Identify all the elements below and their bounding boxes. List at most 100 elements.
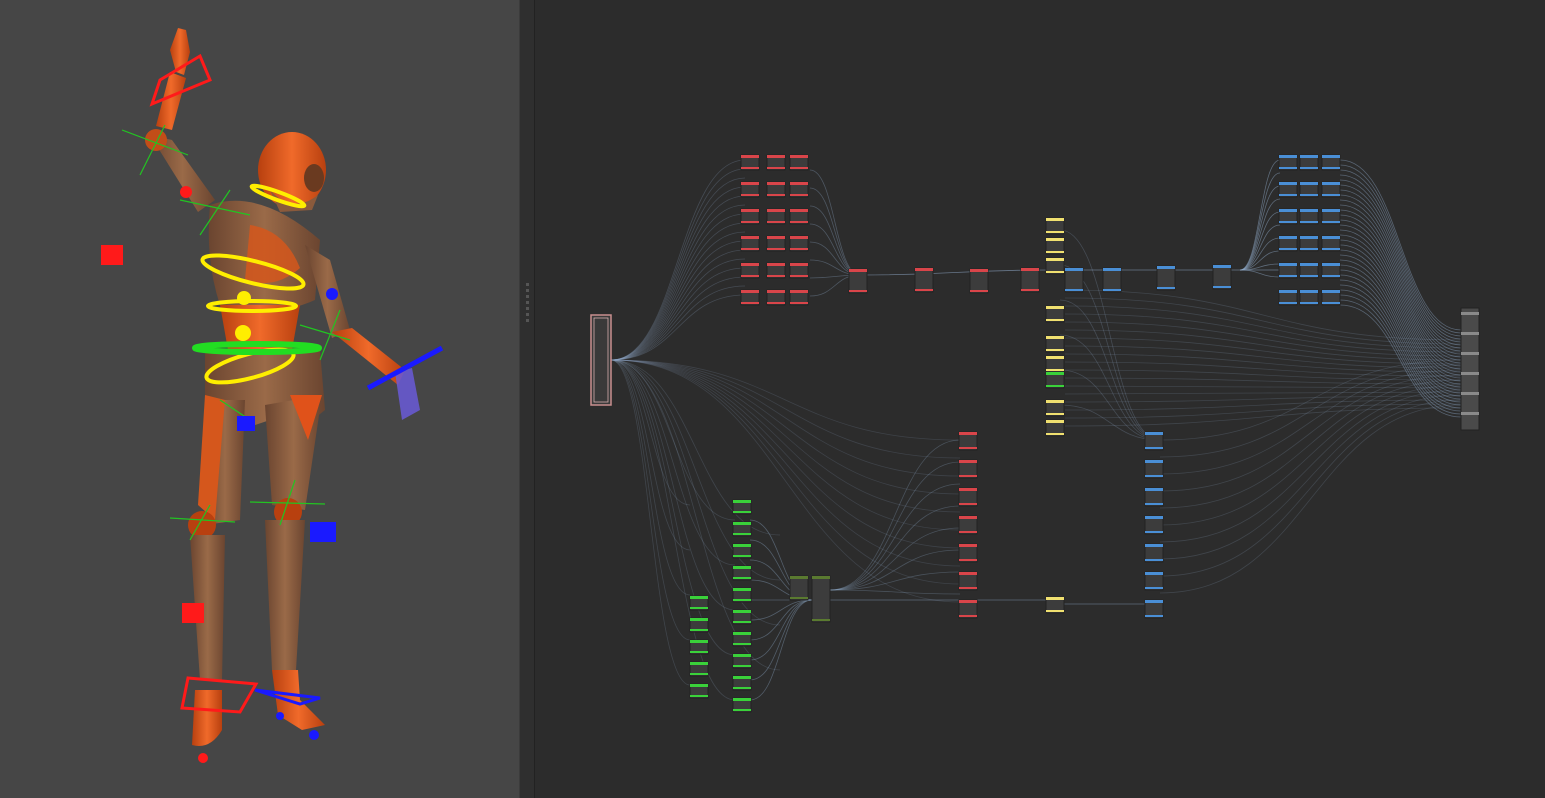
graph-node[interactable]	[969, 268, 989, 294]
cog-pivot[interactable]	[235, 325, 251, 341]
graph-node[interactable]	[689, 595, 709, 611]
graph-node[interactable]	[766, 181, 786, 198]
graph-node[interactable]	[958, 459, 978, 479]
graph-node[interactable]	[732, 521, 752, 537]
graph-node[interactable]	[958, 571, 978, 591]
graph-node[interactable]	[740, 154, 760, 171]
graph-node[interactable]	[1278, 208, 1298, 225]
graph-node[interactable]	[1212, 264, 1232, 290]
graph-node[interactable]	[789, 575, 809, 601]
graph-node[interactable]	[689, 683, 709, 699]
graph-node[interactable]	[1144, 487, 1164, 507]
graph-node[interactable]	[1299, 262, 1319, 279]
graph-node[interactable]	[689, 639, 709, 655]
graph-node[interactable]	[732, 565, 752, 581]
graph-node[interactable]	[1045, 371, 1065, 389]
graph-node[interactable]	[1045, 355, 1065, 373]
graph-node[interactable]	[1156, 265, 1176, 291]
graph-node[interactable]	[958, 543, 978, 563]
mannequin-character[interactable]	[145, 28, 420, 746]
spine-pivot[interactable]	[237, 291, 251, 305]
graph-node[interactable]	[1278, 235, 1298, 252]
graph-node[interactable]	[1144, 571, 1164, 591]
graph-node[interactable]	[740, 208, 760, 225]
graph-node[interactable]	[1278, 181, 1298, 198]
graph-node[interactable]	[1045, 217, 1065, 235]
graph-node[interactable]	[958, 431, 978, 451]
toe-pivot-left[interactable]	[309, 730, 319, 740]
graph-node[interactable]	[766, 235, 786, 252]
graph-node[interactable]	[1278, 154, 1298, 171]
graph-node[interactable]	[914, 267, 934, 293]
graph-node[interactable]	[1321, 235, 1341, 252]
graph-node[interactable]	[1045, 257, 1065, 275]
graph-node[interactable]	[1321, 289, 1341, 306]
graph-node[interactable]	[789, 235, 809, 252]
graph-node[interactable]	[732, 631, 752, 647]
graph-node[interactable]	[766, 262, 786, 279]
ik-target-hand-right[interactable]	[101, 245, 123, 265]
splitter-grip-icon[interactable]	[526, 283, 529, 333]
graph-node[interactable]	[1144, 515, 1164, 535]
ik-target-knee-left[interactable]	[310, 522, 336, 542]
viewport-canvas[interactable]	[0, 0, 519, 798]
graph-node[interactable]	[789, 262, 809, 279]
graph-node[interactable]	[740, 181, 760, 198]
graph-node[interactable]	[1278, 289, 1298, 306]
graph-node[interactable]	[1144, 543, 1164, 563]
graph-node[interactable]	[689, 617, 709, 633]
graph-node[interactable]	[1045, 399, 1065, 417]
root-input-node[interactable]	[590, 314, 612, 406]
graph-node[interactable]	[1299, 208, 1319, 225]
graph-node[interactable]	[732, 697, 752, 713]
pole-vector-elbow-left[interactable]	[326, 288, 338, 300]
graph-node[interactable]	[1299, 289, 1319, 306]
graph-node[interactable]	[732, 499, 752, 515]
graph-node[interactable]	[848, 268, 868, 294]
graph-node[interactable]	[1321, 181, 1341, 198]
3d-viewport[interactable]	[0, 0, 519, 798]
graph-node[interactable]	[1299, 235, 1319, 252]
graph-node[interactable]	[789, 208, 809, 225]
graph-node[interactable]	[1045, 335, 1065, 353]
graph-node[interactable]	[1045, 237, 1065, 255]
graph-node[interactable]	[789, 181, 809, 198]
graph-node[interactable]	[740, 235, 760, 252]
graph-node[interactable]	[958, 515, 978, 535]
graph-node[interactable]	[1045, 596, 1065, 614]
graph-node[interactable]	[732, 609, 752, 625]
graph-node[interactable]	[958, 487, 978, 507]
graph-node[interactable]	[1321, 262, 1341, 279]
graph-node[interactable]	[1020, 267, 1040, 293]
graph-node[interactable]	[811, 575, 831, 623]
panel-splitter[interactable]	[519, 0, 535, 798]
ik-target-hip-left[interactable]	[237, 416, 255, 431]
ik-target-knee-right[interactable]	[182, 603, 204, 623]
graph-node[interactable]	[1045, 305, 1065, 323]
graph-node[interactable]	[789, 154, 809, 171]
toe-pivot-right[interactable]	[198, 753, 208, 763]
graph-node[interactable]	[689, 661, 709, 677]
graph-node[interactable]	[1321, 154, 1341, 171]
graph-node[interactable]	[958, 599, 978, 619]
graph-node[interactable]	[1278, 262, 1298, 279]
graph-node[interactable]	[1064, 267, 1084, 293]
rig-node-graph[interactable]	[535, 0, 1545, 798]
graph-node[interactable]	[740, 262, 760, 279]
graph-node[interactable]	[789, 289, 809, 306]
graph-nodes[interactable]	[590, 154, 1480, 713]
graph-node[interactable]	[732, 543, 752, 559]
pole-vector-elbow[interactable]	[180, 186, 192, 198]
graph-node[interactable]	[1144, 431, 1164, 451]
graph-node[interactable]	[1144, 599, 1164, 619]
graph-node[interactable]	[1321, 208, 1341, 225]
graph-node[interactable]	[1299, 181, 1319, 198]
graph-node[interactable]	[1299, 154, 1319, 171]
graph-node[interactable]	[1045, 419, 1065, 437]
graph-node[interactable]	[732, 587, 752, 603]
graph-node[interactable]	[766, 208, 786, 225]
graph-node[interactable]	[732, 675, 752, 691]
graph-node[interactable]	[766, 154, 786, 171]
graph-node[interactable]	[1144, 459, 1164, 479]
graph-node[interactable]	[732, 653, 752, 669]
